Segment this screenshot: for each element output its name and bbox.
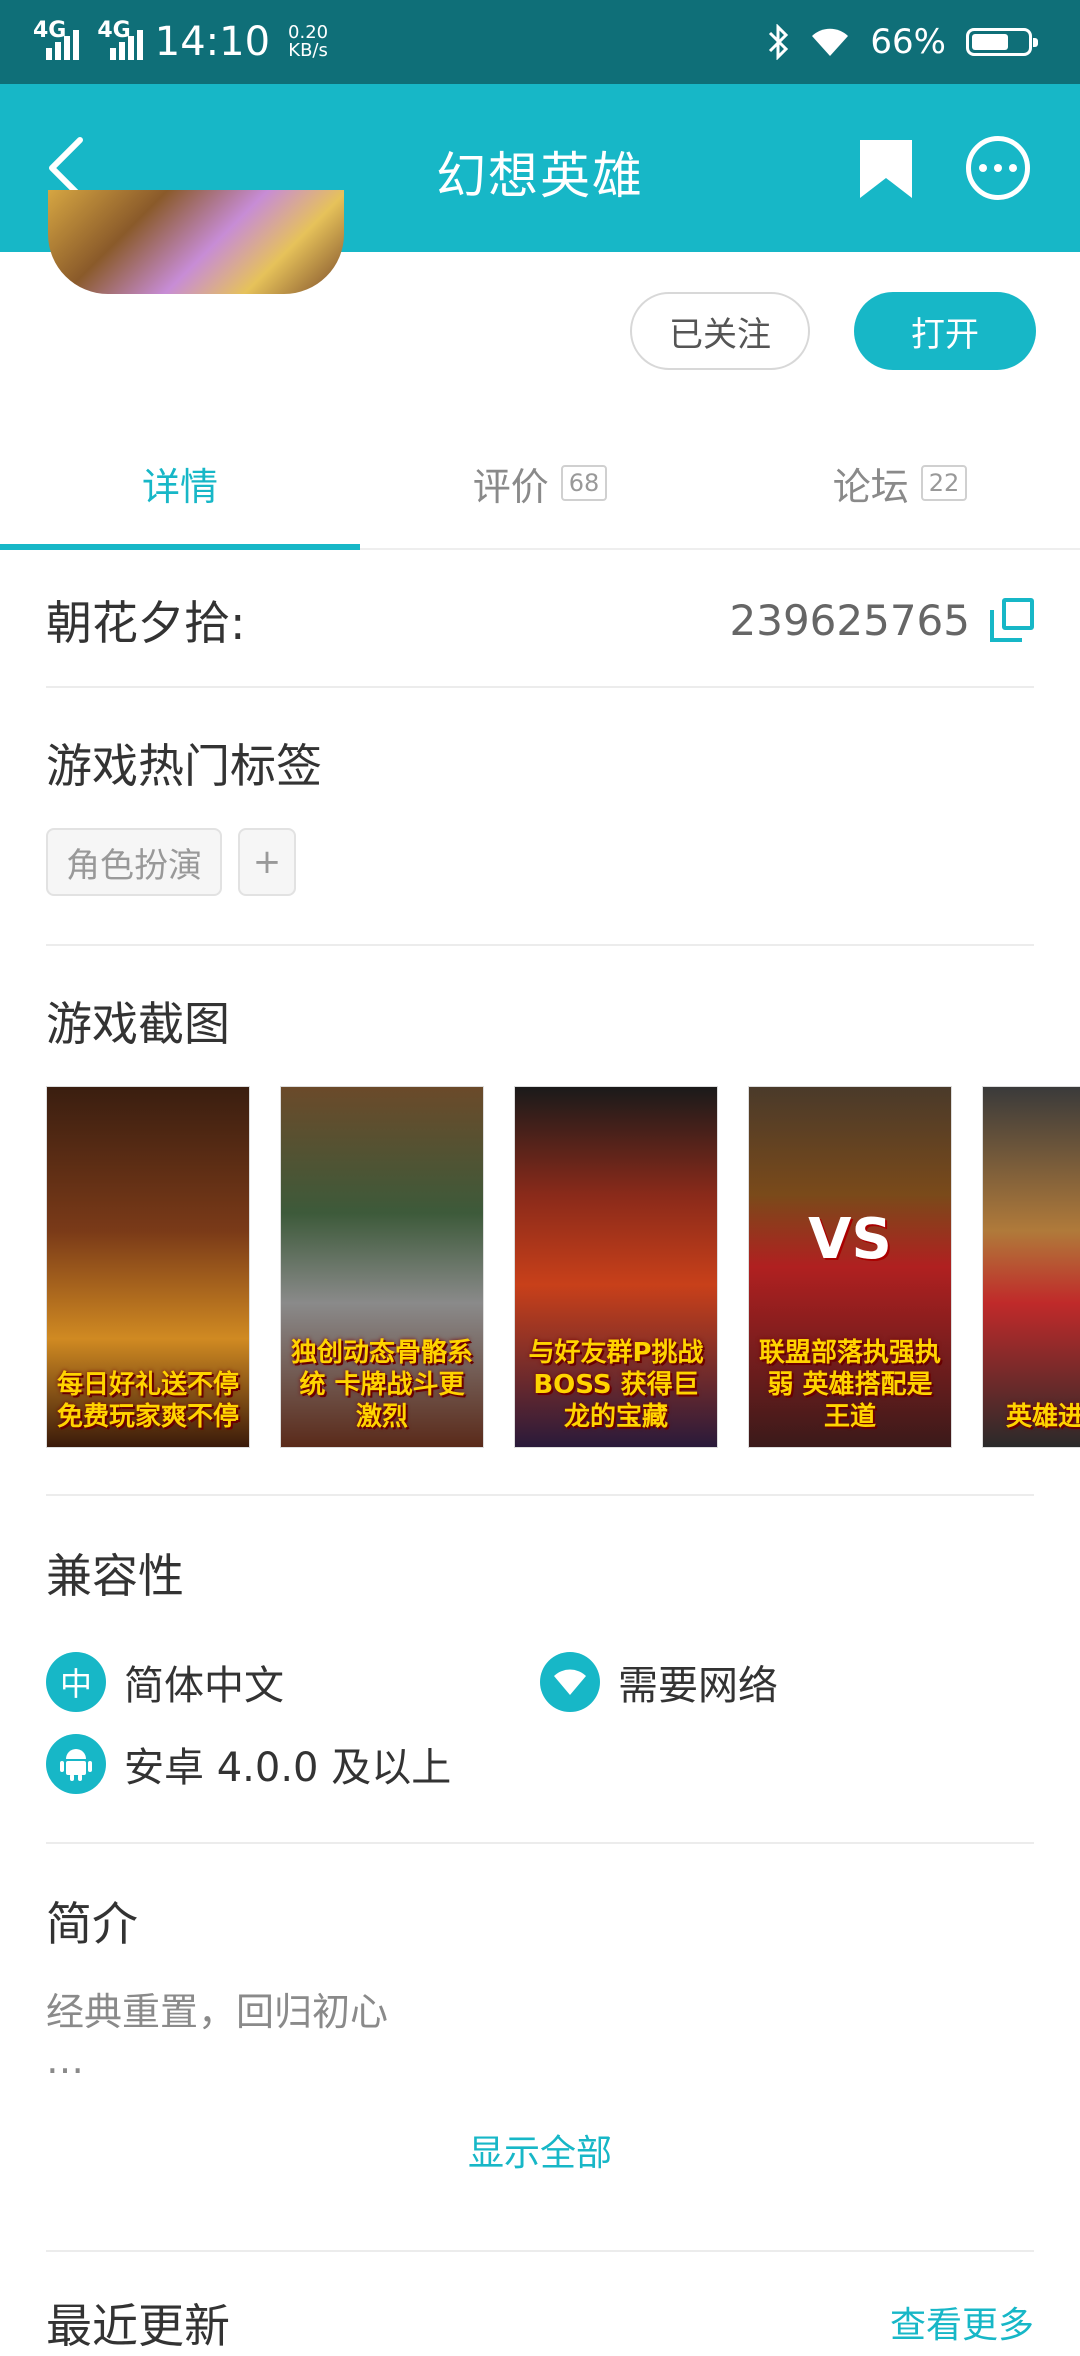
compat-language: 中 简体中文	[46, 1652, 284, 1712]
cellular-signal-icon-2	[110, 24, 144, 60]
followed-button[interactable]: 已关注	[630, 292, 810, 370]
add-tag-button[interactable]: +	[238, 828, 296, 896]
network-icon	[540, 1652, 600, 1712]
group-label: 朝花夕拾:	[46, 596, 246, 650]
tag-list: 角色扮演 +	[46, 828, 296, 896]
network-speed: 0.20 KB/s	[288, 24, 328, 60]
more-options-icon[interactable]	[966, 136, 1030, 200]
intro-section-title: 简介	[46, 1897, 138, 1951]
show-all-link[interactable]: 显示全部	[0, 2124, 1080, 2176]
tab-details[interactable]: 详情	[0, 418, 360, 550]
tab-reviews[interactable]: 评价 68	[360, 418, 720, 548]
screenshot-carousel[interactable]: 每日好礼送不停 免费玩家爽不停 独创动态骨骼系统 卡牌战斗更激烈 与好友群P挑战…	[46, 1086, 1080, 1448]
screenshot-thumbnail[interactable]: 英雄进阶多种	[982, 1086, 1080, 1448]
screenshot-caption: 每日好礼送不停 免费玩家爽不停	[56, 1370, 239, 1432]
screenshot-thumbnail[interactable]: 每日好礼送不停 免费玩家爽不停	[46, 1086, 250, 1448]
group-number: 239625765	[729, 595, 971, 645]
battery-icon	[966, 28, 1038, 56]
reviews-count-badge: 68	[560, 465, 608, 501]
compat-network-label: 需要网络	[618, 1663, 778, 1709]
tag-chip[interactable]: 角色扮演	[46, 828, 222, 896]
compat-section-title: 兼容性	[46, 1549, 184, 1603]
divider	[46, 2250, 1034, 2252]
intro-ellipsis: …	[46, 2038, 84, 2082]
tab-bar: 详情 评价 68 论坛 22	[0, 418, 1080, 550]
screenshot-thumbnail[interactable]: 独创动态骨骼系统 卡牌战斗更激烈	[280, 1086, 484, 1448]
recent-section-title: 最近更新	[46, 2299, 230, 2353]
screenshot-caption: 独创动态骨骼系统 卡牌战斗更激烈	[290, 1338, 473, 1432]
speed-unit: KB/s	[288, 40, 328, 61]
android-icon	[46, 1734, 106, 1794]
see-more-link[interactable]: 查看更多	[890, 2296, 1034, 2348]
vs-badge: VS	[808, 1207, 892, 1272]
open-button[interactable]: 打开	[854, 292, 1036, 370]
tab-reviews-label: 评价	[472, 464, 549, 509]
clock: 14:10	[154, 19, 271, 65]
compat-network: 需要网络	[540, 1652, 778, 1712]
intro-text-block: 经典重置，回归初心 …	[46, 1988, 388, 2084]
app-icon	[48, 190, 344, 294]
divider	[46, 1842, 1034, 1844]
divider	[46, 1494, 1034, 1496]
status-bar: 4G 4G 14:10 0.20 KB/s 66%	[0, 0, 1080, 84]
language-icon: 中	[46, 1652, 106, 1712]
compat-android-label: 安卓 4.0.0 及以上	[124, 1745, 452, 1791]
compat-language-label: 简体中文	[124, 1663, 284, 1709]
divider	[46, 686, 1034, 688]
copy-icon[interactable]	[990, 598, 1034, 642]
tags-section-title: 游戏热门标签	[46, 739, 322, 793]
bookmark-icon[interactable]	[858, 138, 914, 200]
tab-details-label: 详情	[141, 464, 218, 509]
tab-forum-label: 论坛	[832, 464, 909, 509]
screenshot-caption: 联盟部落执强执弱 英雄搭配是王道	[758, 1338, 941, 1432]
group-row: 朝花夕拾: 239625765	[46, 580, 1034, 660]
screenshot-thumbnail[interactable]: 与好友群P挑战BOSS 获得巨龙的宝藏	[514, 1086, 718, 1448]
compat-android: 安卓 4.0.0 及以上	[46, 1734, 451, 1794]
bluetooth-icon	[769, 24, 789, 60]
screenshots-section-title: 游戏截图	[46, 997, 230, 1051]
screenshot-thumbnail[interactable]: VS 联盟部落执强执弱 英雄搭配是王道	[748, 1086, 952, 1448]
screenshot-caption: 与好友群P挑战BOSS 获得巨龙的宝藏	[528, 1338, 704, 1432]
forum-count-badge: 22	[920, 465, 968, 501]
cellular-signal-icon	[46, 24, 79, 60]
battery-percent: 66%	[870, 22, 946, 62]
wifi-icon	[812, 28, 849, 56]
screenshot-caption: 英雄进阶多种	[1005, 1402, 1080, 1432]
intro-text: 经典重置，回归初心	[46, 1990, 389, 2034]
battery-fill	[972, 34, 1008, 50]
tab-forum[interactable]: 论坛 22	[720, 418, 1080, 548]
divider	[46, 944, 1034, 946]
